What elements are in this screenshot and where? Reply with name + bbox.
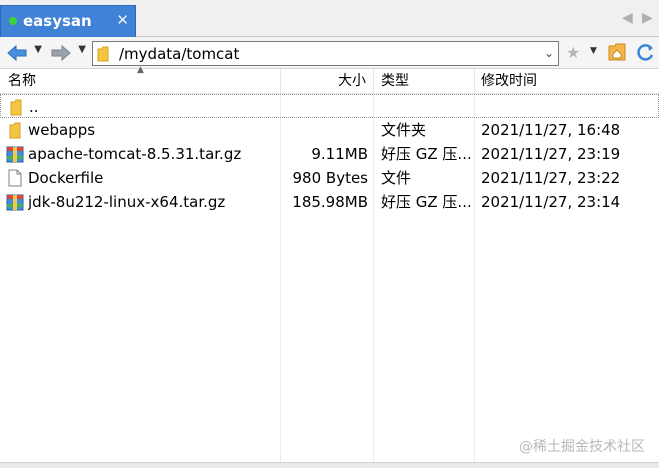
file-type: 好压 GZ 压... bbox=[381, 145, 472, 163]
column-type[interactable]: 类型 bbox=[381, 69, 409, 94]
column-divider[interactable] bbox=[280, 69, 281, 94]
column-name[interactable]: 名称 bbox=[8, 69, 36, 94]
file-modified: 2021/11/27, 23:22 bbox=[481, 169, 621, 187]
watermark: @稀土掘金技术社区 bbox=[519, 439, 645, 455]
archive-icon bbox=[6, 194, 24, 211]
tab-scroll-left-icon[interactable]: ◀ bbox=[622, 10, 633, 26]
file-name: Dockerfile bbox=[28, 169, 104, 187]
back-button[interactable]: ▼ bbox=[4, 41, 44, 65]
file-modified: 2021/11/27, 16:48 bbox=[481, 121, 621, 139]
tab-easysan[interactable]: easysan ✕ bbox=[0, 5, 136, 38]
file-row-dockerfile[interactable]: Dockerfile 980 Bytes 文件 2021/11/27, 23:2… bbox=[0, 166, 659, 190]
column-size[interactable]: 大小 bbox=[338, 69, 366, 94]
bookmark-dropdown-icon[interactable]: ▼ bbox=[590, 46, 597, 56]
file-type: 文件夹 bbox=[381, 121, 427, 139]
sort-ascending-icon: ▲ bbox=[137, 65, 144, 75]
column-divider[interactable] bbox=[373, 69, 374, 94]
close-tab-icon[interactable]: ✕ bbox=[116, 11, 129, 29]
horizontal-scrollbar[interactable] bbox=[0, 462, 659, 468]
home-folder-icon[interactable] bbox=[607, 42, 627, 62]
column-header: ▲ 名称 大小 类型 修改时间 bbox=[0, 65, 659, 94]
folder-icon bbox=[10, 99, 22, 116]
address-toolbar: ▼ ▼ /mydata/tomcat ⌄ ★ ▼ bbox=[0, 37, 659, 69]
file-modified: 2021/11/27, 23:19 bbox=[481, 145, 621, 163]
tab-label: easysan bbox=[23, 12, 92, 30]
file-icon bbox=[8, 169, 22, 187]
file-modified: 2021/11/27, 23:14 bbox=[481, 193, 621, 211]
file-size: 9.11MB bbox=[311, 145, 368, 163]
file-name: apache-tomcat-8.5.31.tar.gz bbox=[28, 145, 242, 163]
file-type: 好压 GZ 压... bbox=[381, 193, 472, 211]
tab-scroll-right-icon[interactable]: ▶ bbox=[642, 10, 653, 26]
file-name: .. bbox=[29, 98, 39, 116]
forward-button[interactable]: ▼ bbox=[48, 41, 88, 65]
folder-icon bbox=[97, 46, 109, 62]
forward-history-dropdown-icon[interactable]: ▼ bbox=[78, 44, 86, 55]
address-bar[interactable]: /mydata/tomcat ⌄ bbox=[92, 41, 559, 66]
file-list: .. webapps 文件夹 2021/11/27, 16:48 apache-… bbox=[0, 94, 659, 462]
file-size: 185.98MB bbox=[292, 193, 368, 211]
current-path: /mydata/tomcat bbox=[119, 45, 240, 63]
file-row-webapps[interactable]: webapps 文件夹 2021/11/27, 16:48 bbox=[0, 118, 659, 142]
file-size: 980 Bytes bbox=[292, 169, 369, 187]
file-row-apache-tomcat[interactable]: apache-tomcat-8.5.31.tar.gz 9.11MB 好压 GZ… bbox=[0, 142, 659, 166]
file-name: jdk-8u212-linux-x64.tar.gz bbox=[28, 193, 226, 211]
back-history-dropdown-icon[interactable]: ▼ bbox=[34, 44, 42, 55]
archive-icon bbox=[6, 146, 24, 163]
folder-icon bbox=[9, 122, 21, 139]
file-type: 文件 bbox=[381, 169, 412, 187]
chevron-down-icon[interactable]: ⌄ bbox=[544, 46, 554, 60]
connected-status-icon bbox=[9, 17, 17, 25]
column-divider[interactable] bbox=[474, 69, 475, 94]
file-row-parent[interactable]: .. bbox=[0, 94, 659, 118]
tab-strip: easysan ✕ ◀ ▶ bbox=[0, 0, 659, 38]
refresh-icon[interactable] bbox=[636, 42, 656, 62]
bookmark-star-icon[interactable]: ★ bbox=[566, 43, 580, 62]
forward-arrow-icon bbox=[51, 44, 71, 62]
file-name: webapps bbox=[28, 121, 96, 139]
column-modified[interactable]: 修改时间 bbox=[481, 69, 537, 94]
file-row-jdk[interactable]: jdk-8u212-linux-x64.tar.gz 185.98MB 好压 G… bbox=[0, 190, 659, 214]
back-arrow-icon bbox=[7, 44, 27, 62]
